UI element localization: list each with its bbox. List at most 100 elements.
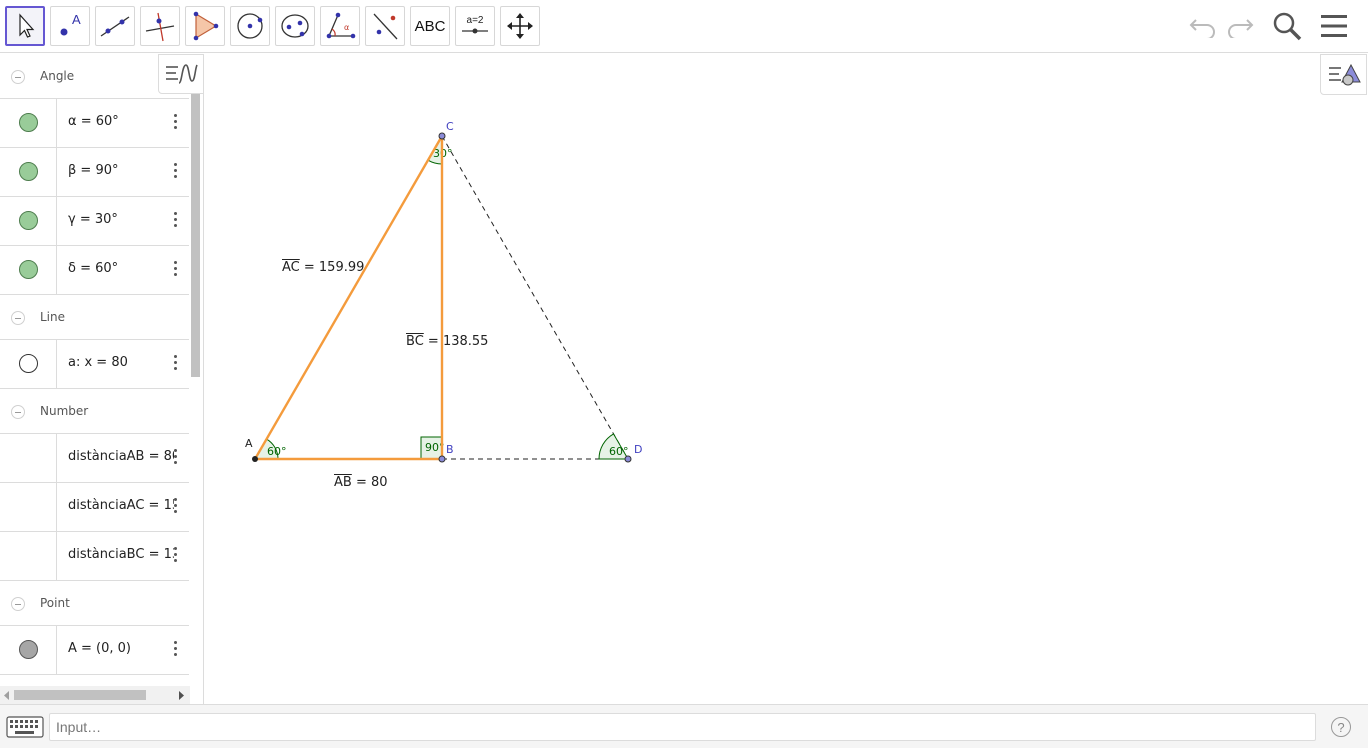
undo-icon xyxy=(1189,19,1215,38)
svg-text:α: α xyxy=(344,23,349,32)
more-options-icon[interactable] xyxy=(170,161,180,183)
geogebra-app: A α ABC a=2 Angle α = 60° β = 90° γ = 30… xyxy=(0,0,1368,748)
group-header-line[interactable]: Line xyxy=(0,295,189,340)
graphics-settings-icon xyxy=(1328,63,1361,85)
point-tool[interactable]: A xyxy=(50,6,90,46)
reflect-tool-icon xyxy=(373,13,398,40)
more-options-icon[interactable] xyxy=(170,112,180,134)
visibility-marker[interactable] xyxy=(0,626,57,674)
slider-tool[interactable]: a=2 xyxy=(455,6,495,46)
polygon-tool-icon xyxy=(193,11,219,41)
visibility-dot-icon[interactable] xyxy=(19,640,38,659)
slider-tool-label: a=2 xyxy=(467,15,484,26)
segment-ac[interactable] xyxy=(253,135,444,460)
group-header-point[interactable]: Point xyxy=(0,581,189,626)
algebra-row-distance-ab[interactable]: distànciaAB = 80 xyxy=(0,434,189,483)
point-a[interactable] xyxy=(252,456,258,462)
collapse-icon[interactable] xyxy=(11,405,25,419)
dashed-segment-cd[interactable] xyxy=(441,135,629,460)
reflect-tool[interactable] xyxy=(365,6,405,46)
more-options-icon[interactable] xyxy=(170,447,180,469)
circle-tool-icon xyxy=(237,13,263,39)
point-tool-icon: A xyxy=(60,12,81,36)
more-options-icon[interactable] xyxy=(170,639,180,661)
perpendicular-line-tool-icon xyxy=(145,12,175,42)
algebra-row-beta[interactable]: β = 90° xyxy=(0,148,189,197)
group-header-number[interactable]: Number xyxy=(0,389,189,434)
algebra-vertical-scrollbar[interactable] xyxy=(190,94,201,704)
scroll-right-arrow-icon[interactable] xyxy=(178,691,185,700)
scroll-left-arrow-icon[interactable] xyxy=(3,691,10,700)
collapse-icon[interactable] xyxy=(11,311,25,325)
visibility-marker[interactable] xyxy=(0,340,57,388)
visibility-marker xyxy=(0,434,57,482)
visibility-dot-icon[interactable] xyxy=(19,211,38,230)
visibility-marker[interactable] xyxy=(0,246,57,294)
algebra-style-bar-toggle[interactable] xyxy=(158,54,204,94)
collapse-icon[interactable] xyxy=(11,70,25,84)
text-tool[interactable]: ABC xyxy=(410,6,450,46)
visibility-dot-icon[interactable] xyxy=(19,354,38,373)
point-label-b: B xyxy=(446,443,454,456)
algebra-row-line-a[interactable]: a: x = 80 xyxy=(0,340,189,389)
move-tool-icon xyxy=(19,13,35,38)
more-options-icon[interactable] xyxy=(170,353,180,375)
circle-tool[interactable] xyxy=(230,6,270,46)
keyboard-toggle-button[interactable] xyxy=(6,716,44,738)
input-field[interactable] xyxy=(49,713,1316,741)
group-title: Point xyxy=(40,596,70,610)
graphics-view[interactable]: 60° 90° 30° 60° A B C D A C xyxy=(210,54,1368,704)
help-icon: ? xyxy=(1337,719,1345,735)
main-menu-button[interactable] xyxy=(1317,10,1351,42)
more-options-icon[interactable] xyxy=(170,210,180,232)
move-tool[interactable] xyxy=(5,6,45,46)
algebra-row-text: γ = 30° xyxy=(68,212,118,227)
redo-button[interactable] xyxy=(1223,10,1257,42)
visibility-marker xyxy=(0,483,57,531)
visibility-dot-icon[interactable] xyxy=(19,113,38,132)
polygon-tool[interactable] xyxy=(185,6,225,46)
angle-label-a: 60° xyxy=(267,445,287,458)
scrollbar-thumb[interactable] xyxy=(14,690,146,700)
graphics-style-bar-toggle[interactable] xyxy=(1320,54,1367,95)
more-options-icon[interactable] xyxy=(170,496,180,518)
search-button[interactable] xyxy=(1270,10,1304,42)
algebra-row-distance-ac[interactable]: distànciaAC = 159.99 xyxy=(0,483,189,532)
point-label-d: D xyxy=(634,443,642,456)
angle-tool[interactable]: α xyxy=(320,6,360,46)
ellipse-tool[interactable] xyxy=(275,6,315,46)
algebra-row-delta[interactable]: δ = 60° xyxy=(0,246,189,295)
group-title: Line xyxy=(40,310,66,324)
algebra-row-point-a[interactable]: A = (0, 0) xyxy=(0,626,189,675)
redo-icon xyxy=(1228,19,1254,38)
point-b[interactable] xyxy=(438,455,446,463)
algebra-row-text: δ = 60° xyxy=(68,261,119,276)
algebra-row-distance-bc[interactable]: distànciaBC = 138.55 xyxy=(0,532,189,581)
visibility-dot-icon[interactable] xyxy=(19,260,38,279)
algebra-row-gamma[interactable]: γ = 30° xyxy=(0,197,189,246)
algebra-horizontal-scrollbar[interactable] xyxy=(0,686,190,704)
visibility-marker[interactable] xyxy=(0,197,57,245)
move-graphics-view-tool[interactable] xyxy=(500,6,540,46)
svg-text:A: A xyxy=(72,12,81,27)
text-tool-icon: ABC xyxy=(414,17,446,35)
algebra-row-alpha[interactable]: α = 60° xyxy=(0,99,189,148)
segment-label-ab: AB = 80 xyxy=(334,475,388,490)
visibility-marker xyxy=(0,532,57,580)
more-options-icon[interactable] xyxy=(170,545,180,567)
perpendicular-line-tool[interactable] xyxy=(140,6,180,46)
point-c[interactable] xyxy=(438,132,446,140)
segment-label-ac: AC = 159.99 xyxy=(282,260,365,275)
visibility-marker[interactable] xyxy=(0,99,57,147)
help-button[interactable]: ? xyxy=(1331,717,1351,737)
hamburger-menu-icon xyxy=(1321,15,1347,37)
undo-button[interactable] xyxy=(1186,10,1220,42)
scrollbar-thumb[interactable] xyxy=(191,94,200,377)
graphics-canvas[interactable]: 60° 90° 30° 60° A B C D xyxy=(210,54,1368,704)
line-tool[interactable] xyxy=(95,6,135,46)
visibility-marker[interactable] xyxy=(0,148,57,196)
visibility-dot-icon[interactable] xyxy=(19,162,38,181)
more-options-icon[interactable] xyxy=(170,259,180,281)
point-d[interactable] xyxy=(624,455,632,463)
collapse-icon[interactable] xyxy=(11,597,25,611)
